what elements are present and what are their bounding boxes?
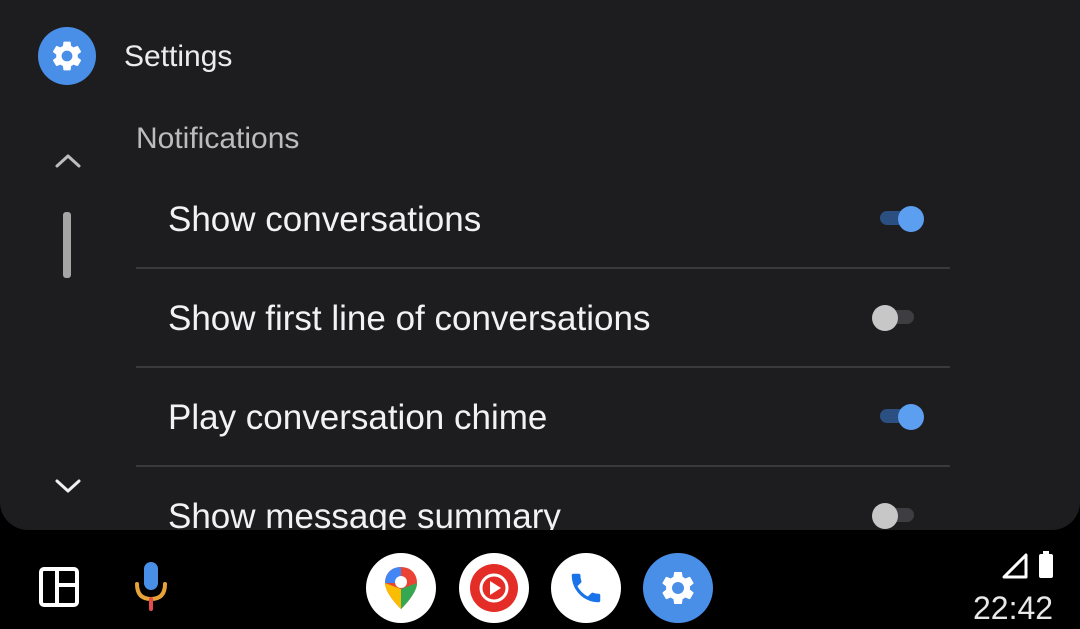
setting-label: Show conversations [168,200,482,239]
battery-icon [1039,551,1053,578]
setting-row-play-chime[interactable]: Play conversation chime [136,368,950,467]
settings-panel: Settings Notifications Show conversation… [0,0,1080,530]
scroll-down-button[interactable] [48,466,88,506]
maps-icon [385,567,417,609]
section-title-notifications: Notifications [136,122,300,155]
setting-label: Show first line of conversations [168,299,651,338]
phone-app-button[interactable] [551,553,621,623]
setting-label: Play conversation chime [168,398,548,437]
play-chime-toggle[interactable] [880,404,924,430]
scroll-up-button[interactable] [48,140,88,180]
status-icons [1002,551,1058,581]
dashboard-button[interactable] [38,566,80,608]
setting-row-message-summary[interactable]: Show message summary [136,467,950,530]
message-summary-toggle[interactable] [872,503,914,529]
show-first-line-toggle[interactable] [872,305,914,331]
settings-app-button[interactable] [643,553,713,623]
youtube-music-icon [470,564,518,612]
phone-icon [571,573,601,603]
clock-time: 22:42 [973,590,1054,626]
setting-row-show-first-line[interactable]: Show first line of conversations [136,269,950,368]
assistant-mic-button[interactable] [130,560,172,612]
settings-icon [662,572,694,604]
youtube-music-app-button[interactable] [459,553,529,623]
show-conversations-toggle[interactable] [880,206,924,232]
page-title: Settings [124,40,233,73]
dashboard-icon [39,567,79,607]
settings-list: Show conversations Show first line of co… [136,170,950,530]
settings-app-icon[interactable] [38,27,96,85]
maps-app-button[interactable] [366,553,436,623]
chevron-up-icon [55,154,81,168]
signal-icon [1002,553,1028,579]
chevron-down-icon [55,479,81,493]
setting-label: Show message summary [168,497,561,530]
scrollbar-thumb[interactable] [63,212,71,278]
microphone-icon [135,562,167,611]
setting-row-show-conversations[interactable]: Show conversations [136,170,950,269]
